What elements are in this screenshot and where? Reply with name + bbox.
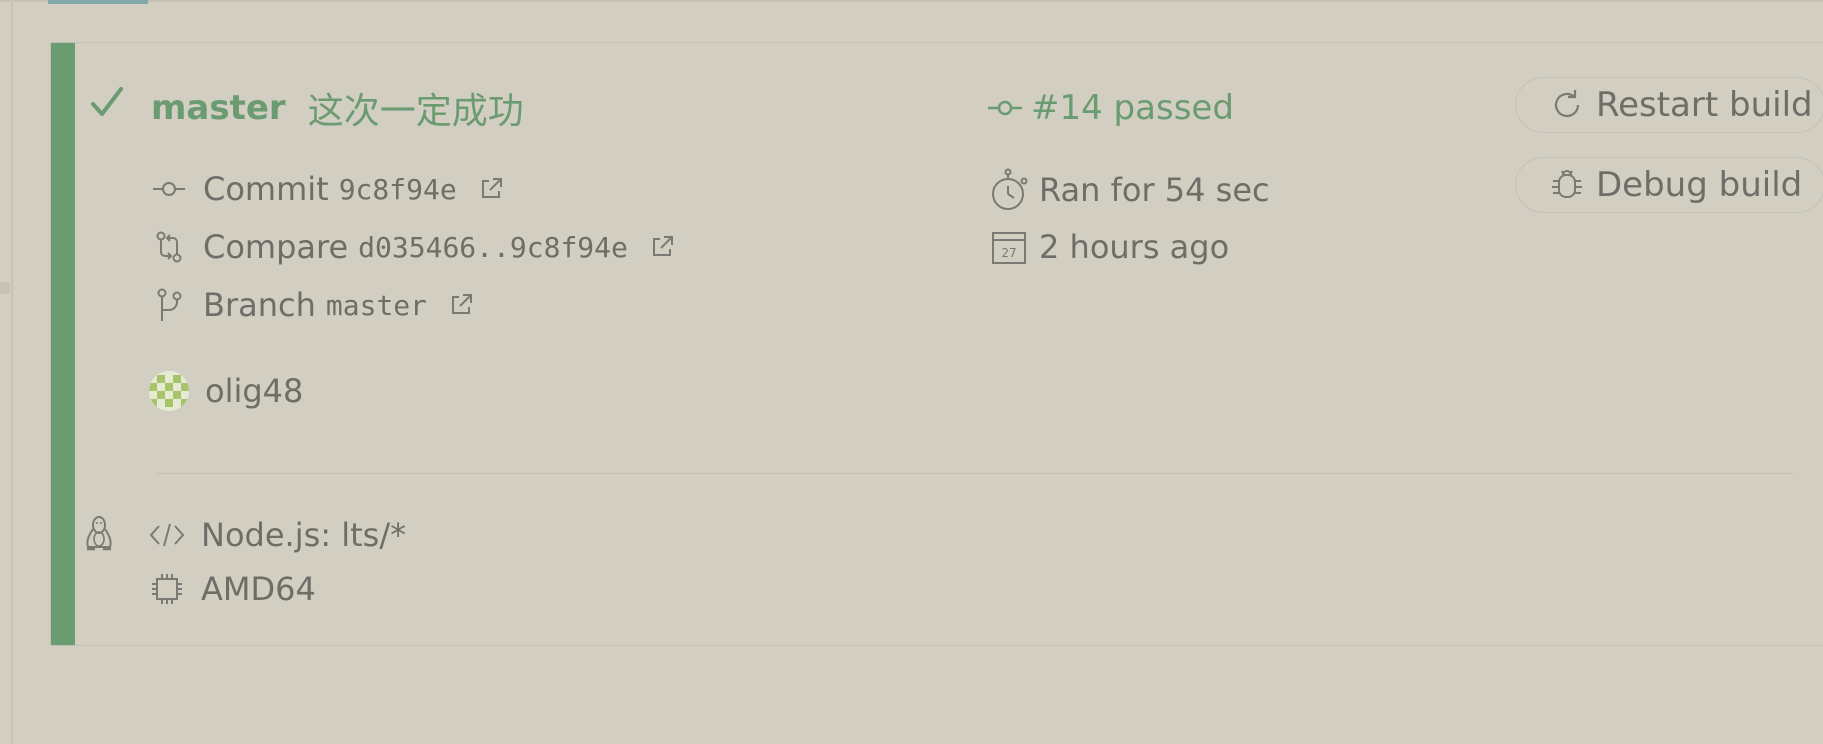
check-icon: [87, 83, 127, 123]
cpu-icon: [147, 572, 187, 606]
arch-text: AMD64: [201, 570, 316, 608]
language-row: Node.js: lts/*: [147, 513, 406, 557]
header-divider: [0, 0, 1823, 2]
branch-value-link[interactable]: master: [326, 289, 427, 322]
external-link-icon[interactable]: [650, 235, 674, 259]
commit-message: 这次一定成功: [307, 91, 524, 132]
build-title: master 这次一定成功: [151, 83, 524, 133]
left-rail: [11, 0, 13, 744]
stopwatch-icon: [987, 168, 1031, 212]
commit-sha-link[interactable]: 9c8f94e: [339, 173, 457, 206]
status-stripe: [51, 43, 75, 645]
left-rail-handle: [0, 282, 10, 294]
compare-row: Compare d035466..9c8f94e: [151, 225, 674, 269]
author-row: olig48: [149, 369, 303, 413]
avatar[interactable]: [149, 371, 189, 411]
duration-row: Ran for 54 sec: [987, 167, 1270, 213]
external-link-icon[interactable]: [449, 293, 473, 317]
build-status: #14 passed: [987, 83, 1234, 133]
code-icon: [147, 522, 187, 548]
debug-build-button[interactable]: Debug build: [1515, 157, 1823, 213]
branch-icon: [151, 288, 187, 322]
branch-name-link[interactable]: master: [151, 88, 286, 128]
commit-row: Commit 9c8f94e: [151, 167, 503, 211]
restart-build-label: Restart build: [1596, 85, 1813, 125]
active-tab-indicator: [48, 0, 148, 4]
restart-icon: [1542, 87, 1592, 123]
commit-icon: [151, 179, 187, 199]
compare-range-link[interactable]: d035466..9c8f94e: [358, 231, 628, 264]
build-number-status[interactable]: #14 passed: [1031, 88, 1234, 128]
finished-text: 2 hours ago: [1039, 228, 1230, 266]
commit-icon: [987, 98, 1023, 118]
build-summary-card: master 这次一定成功 #14 passed Commit 9c8f94e …: [50, 42, 1823, 646]
bug-icon: [1542, 167, 1592, 203]
arch-row: AMD64: [147, 567, 316, 611]
debug-build-label: Debug build: [1596, 165, 1803, 205]
commit-label: Commit: [203, 170, 329, 208]
compare-label: Compare: [203, 228, 349, 266]
calendar-icon: 27: [987, 229, 1031, 265]
linux-icon: [83, 515, 115, 553]
external-link-icon[interactable]: [479, 177, 503, 201]
calendar-day: 27: [1001, 246, 1016, 260]
author-name[interactable]: olig48: [205, 372, 303, 410]
language-text: Node.js: lts/*: [201, 516, 407, 554]
compare-icon: [151, 231, 187, 263]
restart-build-button[interactable]: Restart build: [1515, 77, 1823, 133]
branch-label: Branch: [203, 286, 316, 324]
finished-row: 27 2 hours ago: [987, 225, 1229, 269]
duration-text: Ran for 54 sec: [1039, 171, 1270, 209]
section-divider: [157, 473, 1793, 474]
branch-row: Branch master: [151, 283, 473, 327]
